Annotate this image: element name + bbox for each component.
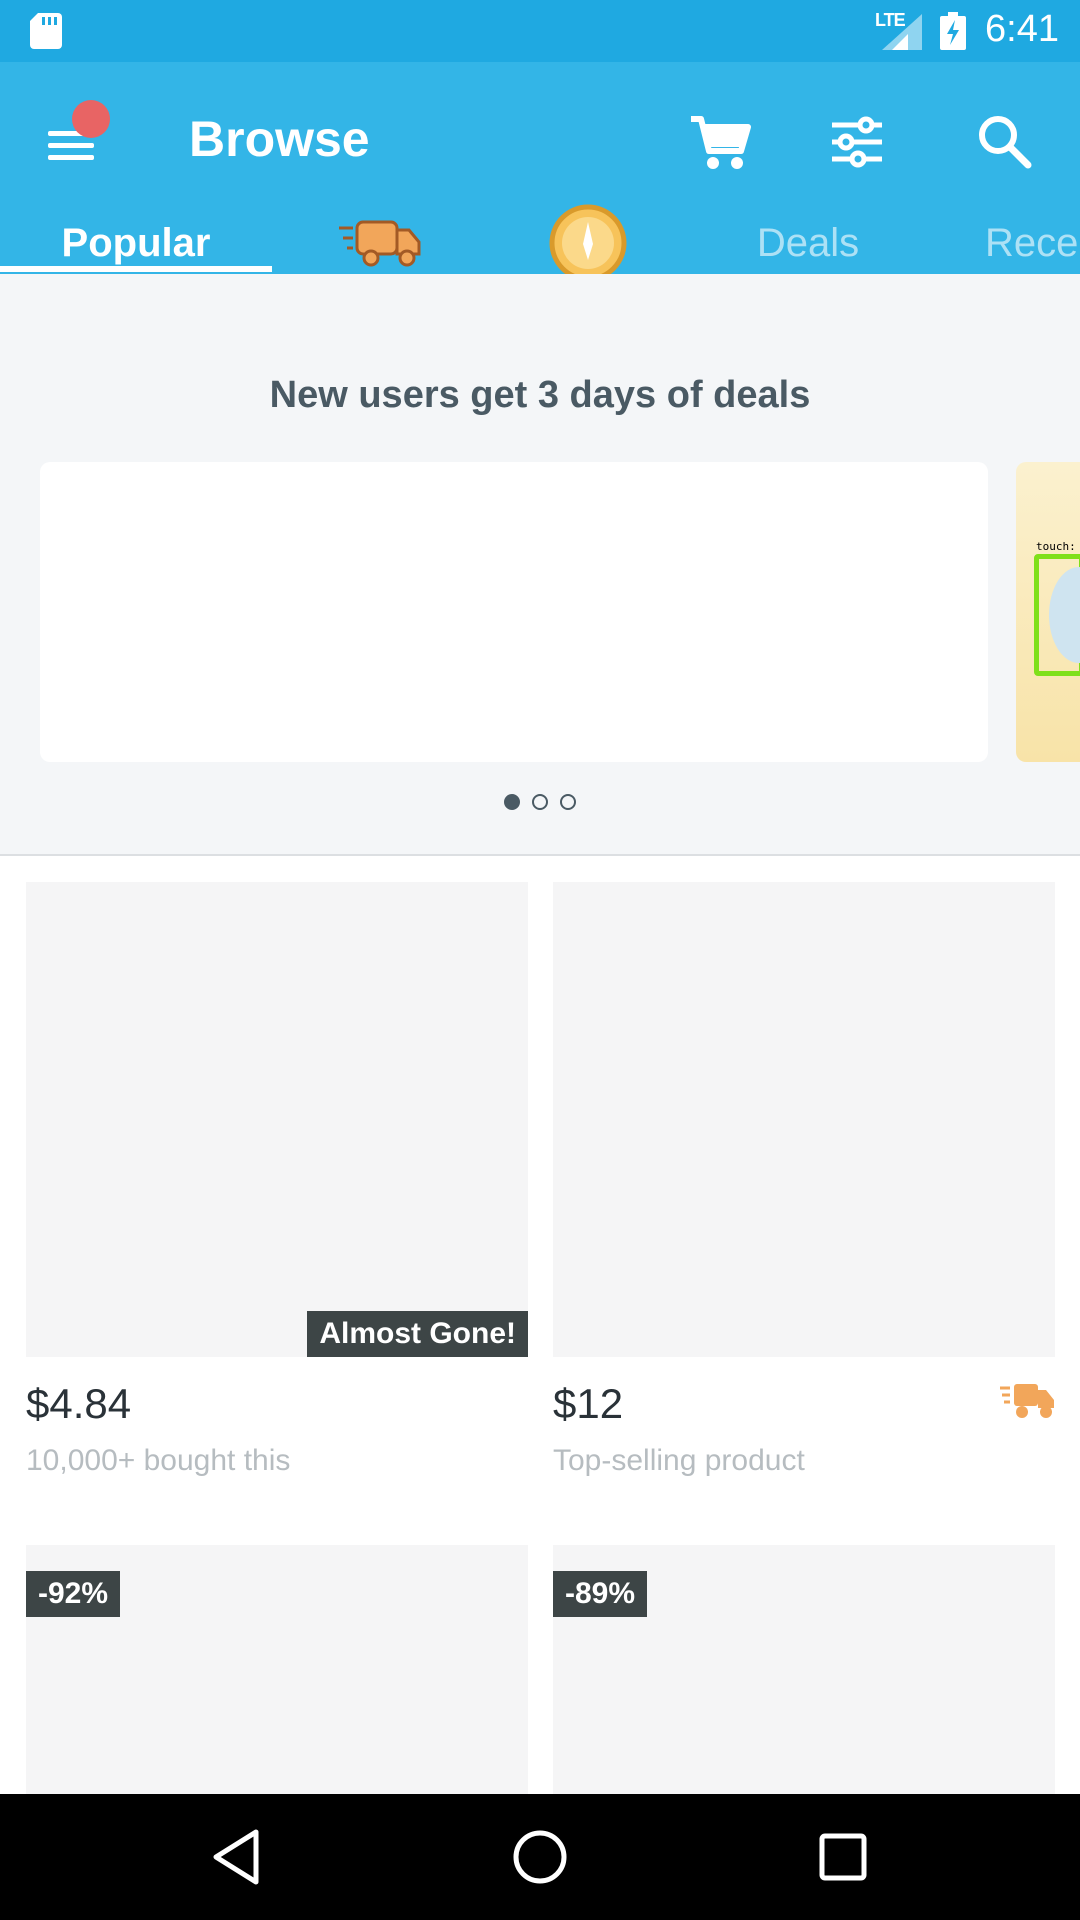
- stock-badge: Almost Gone!: [307, 1311, 528, 1357]
- delivery-truck-icon: [1000, 1384, 1054, 1418]
- product-price: $12: [553, 1380, 624, 1427]
- product-image[interactable]: -89%: [553, 1545, 1055, 1805]
- carousel-dot[interactable]: [560, 794, 576, 810]
- status-bar: LTE 6:41: [0, 0, 1080, 62]
- product-card[interactable]: -89%: [553, 1545, 1055, 1805]
- coin-icon: [549, 204, 627, 282]
- touch-overlay-box: [1034, 554, 1080, 676]
- product-subtitle: Top-selling product: [553, 1444, 805, 1477]
- product-card[interactable]: Almost Gone!: [26, 882, 528, 1357]
- product-card[interactable]: -92%: [26, 1545, 528, 1805]
- search-icon[interactable]: [970, 107, 1040, 177]
- tab-fast-shipping[interactable]: [330, 212, 430, 274]
- promo-banner-next[interactable]: touch:: [1016, 462, 1080, 762]
- clock: 6:41: [985, 8, 1059, 50]
- product-image[interactable]: [553, 882, 1055, 1357]
- recents-icon[interactable]: [810, 1824, 876, 1890]
- discount-badge: -89%: [553, 1571, 648, 1617]
- home-icon[interactable]: [507, 1824, 573, 1890]
- product-image[interactable]: Almost Gone!: [26, 882, 528, 1357]
- promo-banner[interactable]: [40, 462, 988, 762]
- tab-deals[interactable]: Deals: [740, 212, 876, 274]
- carousel-dot[interactable]: [532, 794, 548, 810]
- touch-overlay-label: touch:: [1036, 540, 1076, 553]
- back-icon[interactable]: [204, 1824, 270, 1890]
- discount-badge: -92%: [26, 1571, 121, 1617]
- delivery-truck-icon: [339, 220, 421, 267]
- promo-title: New users get 3 days of deals: [269, 374, 811, 416]
- notification-dot: [72, 100, 110, 138]
- active-tab-indicator: [0, 266, 272, 272]
- product-price: $4.84: [26, 1380, 132, 1427]
- tab-popular[interactable]: Popular: [0, 212, 272, 274]
- tab-recent[interactable]: Rece: [985, 212, 1080, 274]
- battery-charging-icon: [940, 12, 966, 50]
- promo-section: New users get 3 days of deals touch:: [0, 274, 1080, 856]
- sd-card-icon: [30, 13, 62, 49]
- carousel-dot[interactable]: [504, 794, 520, 810]
- system-nav-bar: [0, 1794, 1080, 1920]
- cart-icon[interactable]: [685, 107, 755, 177]
- filter-icon[interactable]: [822, 107, 892, 177]
- app-bar: Browse Popular Deals Rece: [0, 62, 1080, 282]
- product-image[interactable]: -92%: [26, 1545, 528, 1805]
- carousel-indicator: [0, 794, 1080, 815]
- product-subtitle: 10,000+ bought this: [26, 1444, 291, 1477]
- category-tabs: Popular Deals Rece: [0, 204, 1080, 282]
- tab-rewards[interactable]: [548, 204, 628, 282]
- product-card[interactable]: [553, 882, 1055, 1357]
- signal-icon: [882, 14, 922, 50]
- page-title: Browse: [189, 111, 370, 167]
